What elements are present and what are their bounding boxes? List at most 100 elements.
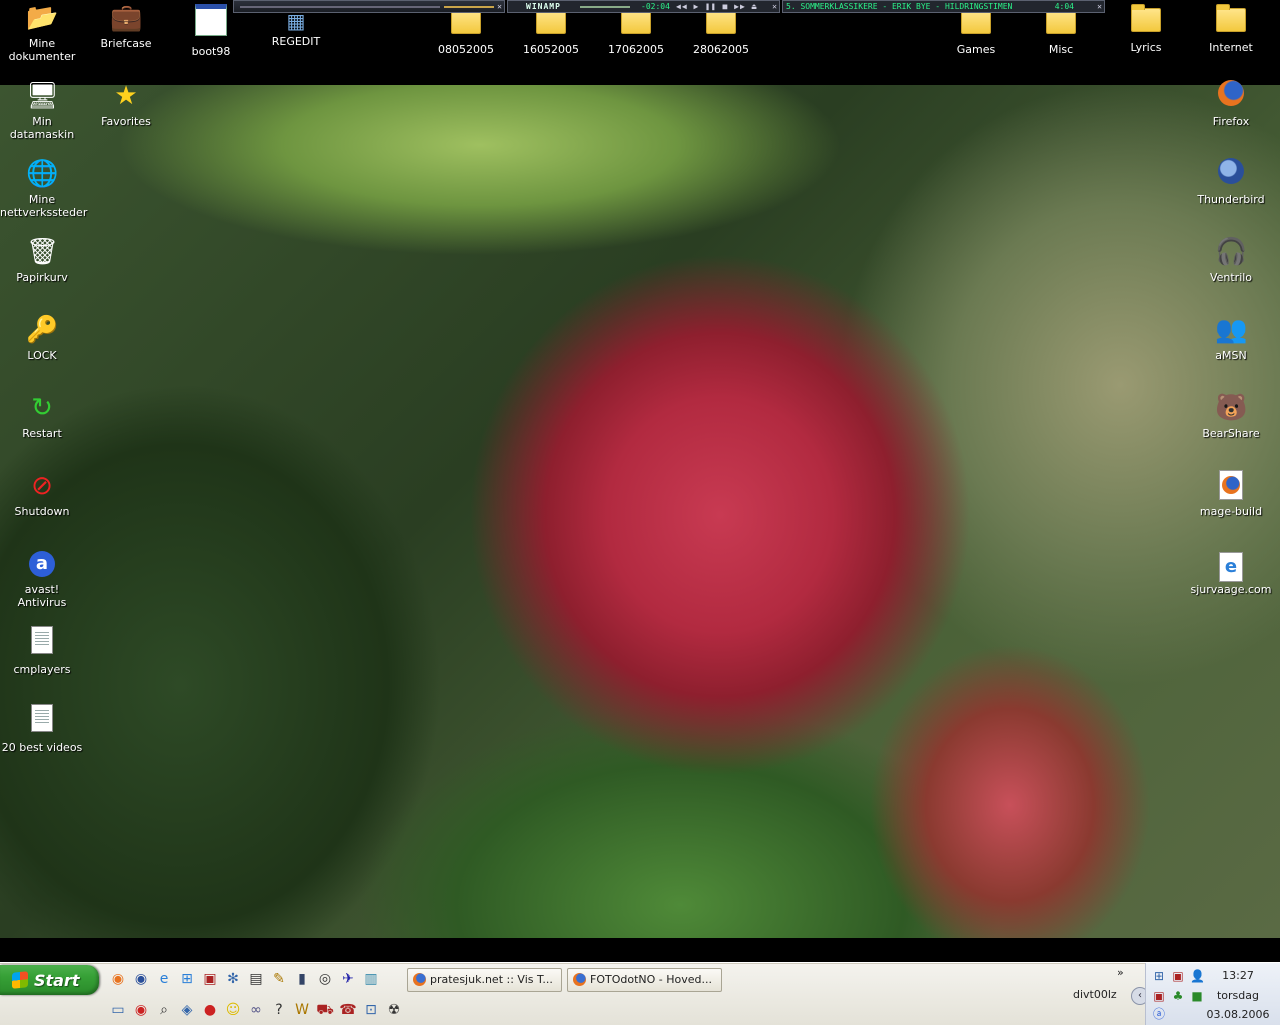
my-documents-icon: 📂 (26, 3, 59, 33)
start-button[interactable]: Start (0, 965, 99, 995)
window-icon[interactable]: ▭ (108, 1000, 128, 1020)
tower-icon[interactable]: ▮ (292, 969, 312, 989)
desktop-icon-my-computer[interactable]: 🖥 Min datamaskin (0, 80, 84, 141)
puzzle-icon[interactable]: ? (269, 1000, 289, 1020)
desktop-icon-network-places[interactable]: 🌐 Mine nettverkssteder (0, 158, 87, 219)
winamp-volume-slider[interactable] (580, 6, 630, 8)
app-tray-icon[interactable]: ▣ (1171, 969, 1185, 983)
desktop-icon-firefox[interactable]: Firefox (1189, 80, 1273, 128)
desktop-icon-restart[interactable]: ↻ Restart (0, 392, 84, 440)
winamp-track-time: 4:04 (1054, 2, 1074, 11)
firefox-icon[interactable]: ◉ (108, 969, 128, 989)
desktop-icon-amsn[interactable]: 👥 aMSN (1189, 314, 1273, 362)
folder-icon (1131, 4, 1161, 32)
restart-arrow-icon: ↻ (31, 393, 53, 423)
network-places-icon: 🌐 (26, 159, 59, 189)
firefox-icon (1215, 80, 1247, 112)
windows-flag-icon (12, 970, 28, 989)
toolbar-user-label: divt00lz (1073, 988, 1117, 1001)
network-tray-icon[interactable]: ⊞ (1152, 969, 1166, 983)
desktop-icon-lock[interactable]: 🔑 LOCK (0, 314, 84, 362)
radiation-icon[interactable]: ☢ (384, 1000, 404, 1020)
desktop-icon-sjurvaage[interactable]: e sjurvaage.com (1189, 548, 1273, 596)
desktop-icon-folder-08052005[interactable]: 08052005 (424, 6, 508, 56)
media-icon[interactable]: ◈ (177, 1000, 197, 1020)
desktop-icon-briefcase[interactable]: 💼 Briefcase (84, 2, 168, 50)
desktop-icon-shutdown[interactable]: ⊘ Shutdown (0, 470, 84, 518)
phone-icon[interactable]: ☎ (338, 1000, 358, 1020)
winamp-time: -02:04 (641, 2, 670, 11)
opera-icon[interactable]: ● (200, 1000, 220, 1020)
desktop-icon-folder-17062005[interactable]: 17062005 (594, 6, 678, 56)
warcraft-icon[interactable]: W (292, 1000, 312, 1020)
winamp-equalizer-bar[interactable]: ✕ (233, 0, 505, 13)
close-icon[interactable]: ✕ (772, 1, 777, 12)
tree-tray-icon[interactable]: ♣ (1171, 989, 1185, 1003)
disc-red-icon[interactable]: ◉ (131, 1000, 151, 1020)
winamp-balance-slider[interactable] (444, 6, 494, 8)
winamp-playlist-bar[interactable]: 5. SOMMERKLASSIKERE - ERIK BYE - HILDRIN… (782, 0, 1105, 13)
desktop-icon-recycle-bin[interactable]: 🗑 Papirkurv (0, 236, 84, 284)
folder-icon (536, 6, 566, 34)
network-tool-icon[interactable]: ✻ (223, 969, 243, 989)
text-document-icon (31, 704, 53, 732)
firefox-doc-icon (1215, 470, 1247, 502)
app-launcher-icon[interactable]: ▣ (200, 969, 220, 989)
clock-date: 03.08.2006 (1206, 1008, 1270, 1021)
desktop-icon-folder-16052005[interactable]: 16052005 (509, 6, 593, 56)
taskbar-overflow-chevron[interactable]: » (1117, 966, 1124, 979)
car-icon[interactable]: ⛟ (315, 1000, 335, 1020)
app-network-icon[interactable]: ⊡ (361, 1000, 381, 1020)
pencil-icon[interactable]: ✎ (269, 969, 289, 989)
taskbar-task-pratesjuk[interactable]: pratesjuk.net :: Vis T... (407, 968, 562, 992)
desktop-icon-folder-misc[interactable]: Misc (1019, 6, 1103, 56)
desktop-icon-folder-lyrics[interactable]: Lyrics (1104, 4, 1188, 54)
thunderbird-icon[interactable]: ◉ (131, 969, 151, 989)
shutdown-icon: ⊘ (31, 471, 53, 501)
app-red-tray-icon[interactable]: ▣ (1152, 989, 1166, 1003)
desktop-icon-folder-internet[interactable]: Internet (1189, 4, 1273, 54)
winamp-main-bar[interactable]: WINAMP -02:04 ◀◀ ▶ ❚❚ ■ ▶▶ ⏏ ✕ (507, 0, 780, 13)
link-icon[interactable]: ∞ (246, 1000, 266, 1020)
quick-launch-row-1: ◉ ◉ e ⊞ ▣ ✻ ▤ ✎ ▮ ◎ ✈ ▥ (108, 969, 381, 989)
clock-day: torsdag (1216, 989, 1259, 1002)
bearshare-icon: 🐻 (1215, 393, 1248, 423)
folder-icon (1216, 4, 1246, 32)
avast-tray-icon[interactable]: ⓐ (1152, 1007, 1166, 1021)
network-icon[interactable]: ⊞ (177, 969, 197, 989)
internet-explorer-icon[interactable]: e (154, 969, 174, 989)
firefox-icon (573, 973, 586, 986)
magnifier-icon[interactable]: ⌕ (154, 1000, 174, 1020)
app-blue-icon[interactable]: ✈ (338, 969, 358, 989)
desktop-icon-thunderbird[interactable]: Thunderbird (1189, 158, 1273, 206)
folder-icon (1046, 6, 1076, 34)
desktop-bottom-band (0, 938, 1280, 962)
desktop-icon-folder-28062005[interactable]: 28062005 (679, 6, 763, 56)
winamp-eq-slider[interactable] (240, 6, 440, 8)
folder-icon (621, 6, 651, 34)
close-icon[interactable]: ✕ (1097, 1, 1102, 12)
desktop-icon-regedit[interactable]: ▦ REGEDIT (254, 8, 338, 48)
folder-icon (961, 6, 991, 34)
winamp-transport-controls[interactable]: ◀◀ ▶ ❚❚ ■ ▶▶ ⏏ (676, 1, 757, 12)
desktop-icon-my-documents[interactable]: 📂 Mine dokumenter (0, 2, 84, 63)
desktop-icon-folder-games[interactable]: Games (934, 6, 1018, 56)
desktop-icon-favorites[interactable]: ★ Favorites (84, 80, 168, 128)
recycle-bin-icon: 🗑 (26, 237, 60, 267)
desktop-icon-avast[interactable]: a avast! Antivirus (0, 548, 84, 609)
close-icon[interactable]: ✕ (497, 1, 502, 12)
desktop-icon-mage-build[interactable]: mage-build (1189, 470, 1273, 518)
taskbar-task-fotodotno[interactable]: FOTOdotNO - Hoved... (567, 968, 722, 992)
cd-icon[interactable]: ◎ (315, 969, 335, 989)
clock-time[interactable]: 13:27 (1196, 969, 1280, 982)
smiley-icon[interactable]: ☺ (223, 1000, 243, 1020)
my-computer-icon: 🖥 (26, 81, 60, 111)
desktop-icon-bearshare[interactable]: 🐻 BearShare (1189, 392, 1273, 440)
chart-icon[interactable]: ▥ (361, 969, 381, 989)
amsn-icon: 👥 (1215, 315, 1248, 345)
desktop-icon-cmplayers[interactable]: cmplayers (0, 626, 84, 676)
briefcase-icon: 💼 (110, 3, 143, 33)
desktop-icon-ventrilo[interactable]: 🎧 Ventrilo (1189, 236, 1273, 284)
notepad-icon[interactable]: ▤ (246, 969, 266, 989)
desktop-icon-20-best-videos[interactable]: 20 best videos (0, 704, 84, 754)
